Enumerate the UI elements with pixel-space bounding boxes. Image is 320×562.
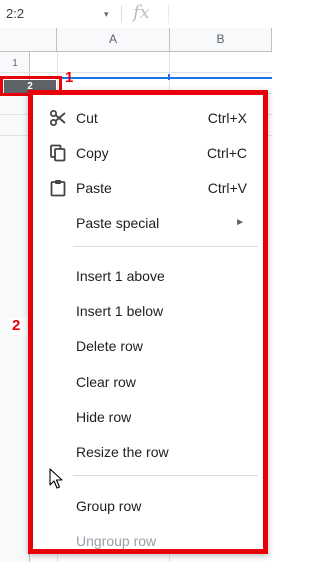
menu-item-label: Copy: [76, 145, 109, 161]
menu-item-label: Delete row: [76, 338, 143, 354]
row-header-column: [0, 52, 30, 562]
menu-item-label: Paste: [76, 180, 112, 196]
menu-item-delete-row[interactable]: Delete row: [33, 331, 263, 361]
menu-item-label: Hide row: [76, 409, 132, 425]
menu-item-ungroup-row: Ungroup row: [33, 526, 263, 556]
menu-item-label: Group row: [76, 498, 142, 514]
mouse-cursor-icon: [49, 468, 63, 489]
chevron-down-icon[interactable]: ▾: [104, 4, 109, 24]
column-header-a[interactable]: A: [57, 28, 170, 52]
menu-divider: [73, 246, 258, 247]
fx-icon: fx: [133, 2, 150, 23]
column-header-b[interactable]: B: [170, 28, 272, 52]
menu-item-shortcut: Ctrl+X: [207, 110, 247, 126]
menu-item-cut[interactable]: Cut Ctrl+X: [33, 103, 263, 133]
menu-item-copy[interactable]: Copy Ctrl+C: [33, 138, 263, 168]
menu-item-insert-below[interactable]: Insert 1 below: [33, 296, 263, 326]
menu-divider: [73, 475, 258, 476]
menu-item-insert-above[interactable]: Insert 1 above: [33, 261, 263, 291]
menu-item-label: Ungroup row: [76, 533, 157, 549]
row-header-1[interactable]: 1: [0, 58, 30, 69]
callout-2: 2: [12, 317, 21, 334]
menu-item-shortcut: Ctrl+V: [207, 180, 247, 196]
formula-bar: 2:2 ▾ fx: [0, 0, 272, 29]
menu-item-group-row[interactable]: Group row: [33, 491, 263, 521]
menu-item-clear-row[interactable]: Clear row: [33, 367, 263, 397]
clipboard-icon: [50, 180, 66, 197]
row-line: [0, 72, 272, 73]
menu-item-shortcut: Ctrl+C: [206, 145, 247, 161]
selected-row-outline: [168, 74, 170, 80]
scissors-icon: [50, 110, 66, 126]
select-all-corner[interactable]: [0, 28, 57, 52]
menu-item-label: Cut: [76, 110, 98, 126]
menu-item-resize-row[interactable]: Resize the row: [33, 437, 263, 467]
divider: [121, 5, 122, 23]
name-box[interactable]: 2:2: [6, 4, 114, 24]
copy-icon: [50, 144, 66, 162]
menu-item-paste-special[interactable]: Paste special ►: [33, 208, 263, 238]
submenu-arrow-icon: ►: [235, 217, 245, 228]
divider: [168, 5, 169, 23]
menu-item-hide-row[interactable]: Hide row: [33, 402, 263, 432]
menu-item-label: Insert 1 above: [76, 268, 165, 284]
callout-1: 1: [65, 69, 74, 86]
menu-item-paste[interactable]: Paste Ctrl+V: [33, 173, 263, 203]
selected-row-outline: [62, 77, 272, 79]
menu-item-label: Clear row: [76, 374, 136, 390]
menu-item-label: Insert 1 below: [76, 303, 164, 319]
menu-item-label: Paste special: [76, 215, 160, 231]
menu-item-label: Resize the row: [76, 444, 169, 460]
